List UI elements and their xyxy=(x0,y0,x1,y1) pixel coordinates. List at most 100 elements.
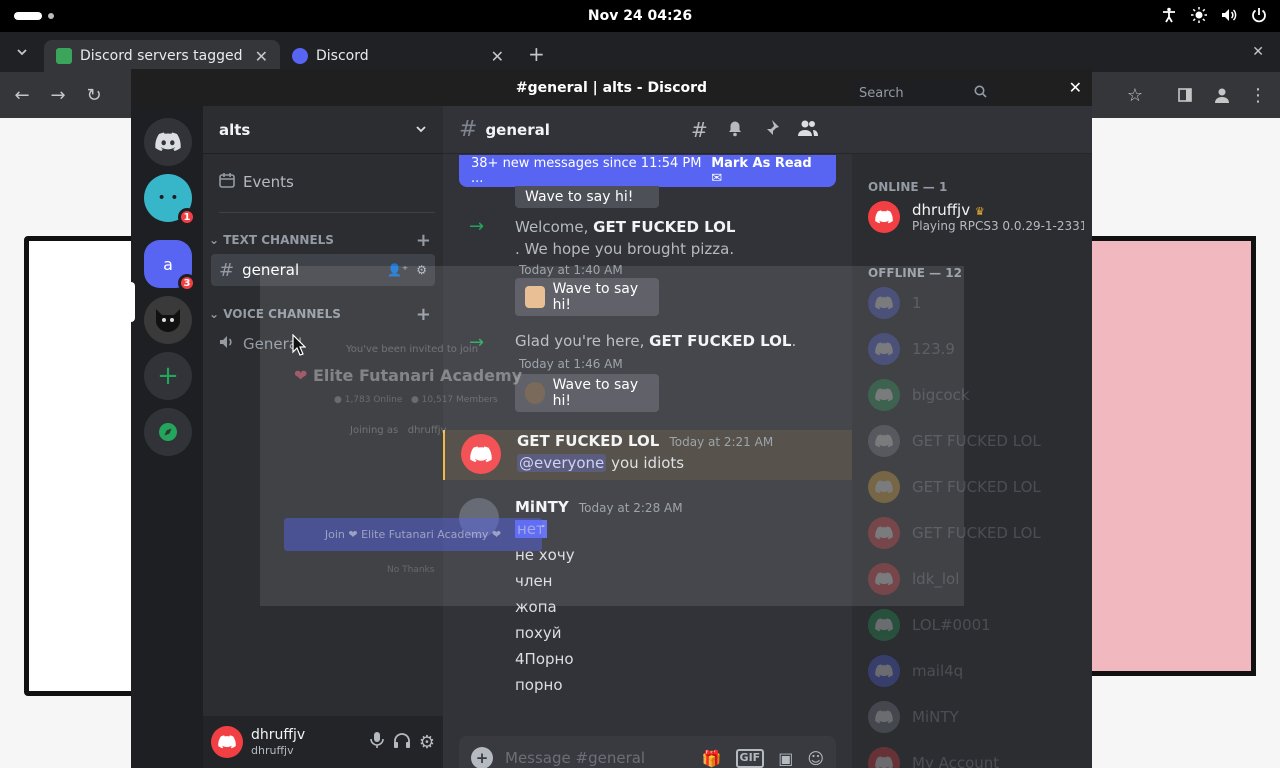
message-author[interactable]: MiNTY xyxy=(515,498,569,516)
create-channel-icon[interactable]: + xyxy=(416,230,431,251)
volume-icon[interactable] xyxy=(1220,6,1238,24)
message-input[interactable]: Message #general xyxy=(505,749,645,767)
wave-button[interactable]: Wave to say hi! xyxy=(515,374,659,412)
settings-gear-icon[interactable]: ⚙ xyxy=(416,263,427,277)
avatar[interactable] xyxy=(461,434,501,474)
mark-as-read-button[interactable]: Mark As Read ✉ xyxy=(711,156,824,186)
accessibility-icon[interactable] xyxy=(1160,6,1178,24)
server-icon-alts[interactable]: a 3 xyxy=(144,240,196,292)
member-item[interactable]: My Account xyxy=(868,742,1084,768)
join-arrow-icon: → xyxy=(469,216,485,237)
threads-icon[interactable]: # xyxy=(691,118,708,142)
system-join-message: → Welcome, GET FUCKED LOL . We hope you … xyxy=(459,210,844,320)
member-name: 1 xyxy=(912,294,922,312)
browser-tab-discord-servers[interactable]: Discord servers tagged w ✕ xyxy=(44,40,280,72)
notification-bell-icon[interactable] xyxy=(726,119,744,141)
user-settings-gear-icon[interactable]: ⚙ xyxy=(419,732,435,753)
member-list: ONLINE — 1 dhruffjv ♛ Playing RPCS3 0.0.… xyxy=(852,106,1092,768)
create-channel-icon[interactable]: + xyxy=(416,304,431,325)
browser-tab-discord[interactable]: Discord ✕ xyxy=(280,40,516,72)
new-tab-icon[interactable]: + xyxy=(528,42,545,66)
message-line: не хочу xyxy=(515,546,575,564)
server-header[interactable]: alts xyxy=(203,106,443,154)
selected-server-indicator xyxy=(131,282,135,322)
bookmark-star-icon[interactable]: ☆ xyxy=(1125,85,1145,106)
add-server-icon[interactable]: + xyxy=(144,352,192,400)
wave-button[interactable]: Wave to say hi! xyxy=(515,186,659,208)
gift-icon[interactable]: 🎁 xyxy=(702,749,722,768)
member-name: MiNTY xyxy=(912,708,959,726)
search-input[interactable]: Search xyxy=(851,81,995,105)
wave-button[interactable]: Wave to say hi! xyxy=(515,278,659,316)
message-line: жопа xyxy=(515,598,557,616)
message-author[interactable]: GET FUCKED LOL xyxy=(517,432,659,450)
message-minty: MiNTY Today at 2:28 AM нет не хочу член … xyxy=(443,498,852,728)
profile-icon[interactable] xyxy=(1212,85,1232,105)
avatar xyxy=(868,609,900,641)
member-item[interactable]: 123.9 xyxy=(868,328,1084,370)
text-channels-category[interactable]: ⌄ TEXT CHANNELS + xyxy=(209,230,431,251)
member-name: ldk_lol xyxy=(912,570,960,588)
speaker-icon xyxy=(219,334,235,354)
member-link[interactable]: GET FUCKED LOL xyxy=(593,218,735,236)
chevron-down-icon xyxy=(415,121,427,139)
member-name: mail4q xyxy=(912,662,964,680)
power-icon[interactable] xyxy=(1250,6,1268,24)
chat-header-tools: # xyxy=(691,106,818,154)
close-browser-icon[interactable]: ✕ xyxy=(1252,44,1264,60)
member-link[interactable]: GET FUCKED LOL xyxy=(649,332,791,350)
member-item[interactable]: 1 xyxy=(868,282,1084,324)
close-window-icon[interactable]: ✕ xyxy=(1069,78,1082,97)
user-tag: dhruffjv xyxy=(251,743,294,757)
voice-channel-general[interactable]: General xyxy=(211,328,435,360)
avatar xyxy=(868,701,900,733)
channel-general[interactable]: # general 👤⁺ ⚙ xyxy=(211,254,435,286)
invite-icon[interactable]: 👤⁺ xyxy=(387,263,408,277)
back-icon[interactable]: ← xyxy=(12,85,32,106)
message-mention: GET FUCKED LOL Today at 2:21 AM @everyon… xyxy=(443,430,852,480)
browser-menu-icon[interactable]: ⋮ xyxy=(1248,85,1268,106)
emoji-icon[interactable]: ☺ xyxy=(807,749,824,768)
member-item[interactable]: LOL#0001 xyxy=(868,604,1084,646)
brightness-icon[interactable] xyxy=(1190,6,1208,24)
discord-home-icon[interactable] xyxy=(144,118,192,166)
member-item[interactable]: GET FUCKED LOL xyxy=(868,512,1084,554)
upload-plus-icon[interactable]: + xyxy=(471,747,493,768)
avatar[interactable] xyxy=(211,726,243,758)
side-panel-icon[interactable] xyxy=(1175,85,1195,105)
message-composer[interactable]: + Message #general 🎁 GIF ▣ ☺ xyxy=(459,736,836,768)
events-item[interactable]: Events xyxy=(211,166,435,198)
server-icon-blue[interactable]: • • 1 xyxy=(144,174,196,226)
member-item[interactable]: GET FUCKED LOL xyxy=(868,420,1084,462)
member-item[interactable]: GET FUCKED LOL xyxy=(868,466,1084,508)
mention-everyone[interactable]: @everyone xyxy=(517,454,607,472)
member-name: GET FUCKED LOL xyxy=(912,524,1041,542)
member-item[interactable]: bigcock xyxy=(868,374,1084,416)
headphones-icon[interactable] xyxy=(393,732,411,752)
member-item[interactable]: ldk_lol xyxy=(868,558,1084,600)
close-tab-icon[interactable]: ✕ xyxy=(255,47,268,66)
sticker-icon[interactable]: ▣ xyxy=(778,749,793,768)
window-title: #general | alts - Discord xyxy=(515,79,708,96)
gif-button[interactable]: GIF xyxy=(735,748,765,768)
new-messages-bar[interactable]: 38+ new messages since 11:54 PM ... Mark… xyxy=(459,155,836,187)
clock[interactable]: Nov 24 04:26 xyxy=(588,8,692,24)
member-list-icon[interactable] xyxy=(797,119,818,141)
member-item[interactable]: dhruffjv ♛ Playing RPCS3 0.0.29-1-2331..… xyxy=(868,196,1084,238)
close-tab-icon[interactable]: ✕ xyxy=(491,47,504,66)
channel-name: general xyxy=(485,120,550,139)
reload-icon[interactable]: ↻ xyxy=(84,85,104,106)
pin-icon[interactable] xyxy=(762,119,780,141)
server-icon-wolf[interactable] xyxy=(144,296,192,344)
avatar[interactable] xyxy=(459,498,499,538)
microphone-icon[interactable] xyxy=(369,731,385,753)
member-item[interactable]: MiNTY xyxy=(868,696,1084,738)
system-tray[interactable] xyxy=(1160,6,1268,24)
activities-button[interactable] xyxy=(14,12,54,20)
tab-list-chevron-icon[interactable] xyxy=(10,42,34,62)
message-line: член xyxy=(515,572,553,590)
forward-icon[interactable]: → xyxy=(48,85,68,106)
voice-channels-category[interactable]: ⌄ VOICE CHANNELS + xyxy=(209,304,431,325)
member-item[interactable]: mail4q xyxy=(868,650,1084,692)
explore-servers-icon[interactable] xyxy=(144,408,192,456)
